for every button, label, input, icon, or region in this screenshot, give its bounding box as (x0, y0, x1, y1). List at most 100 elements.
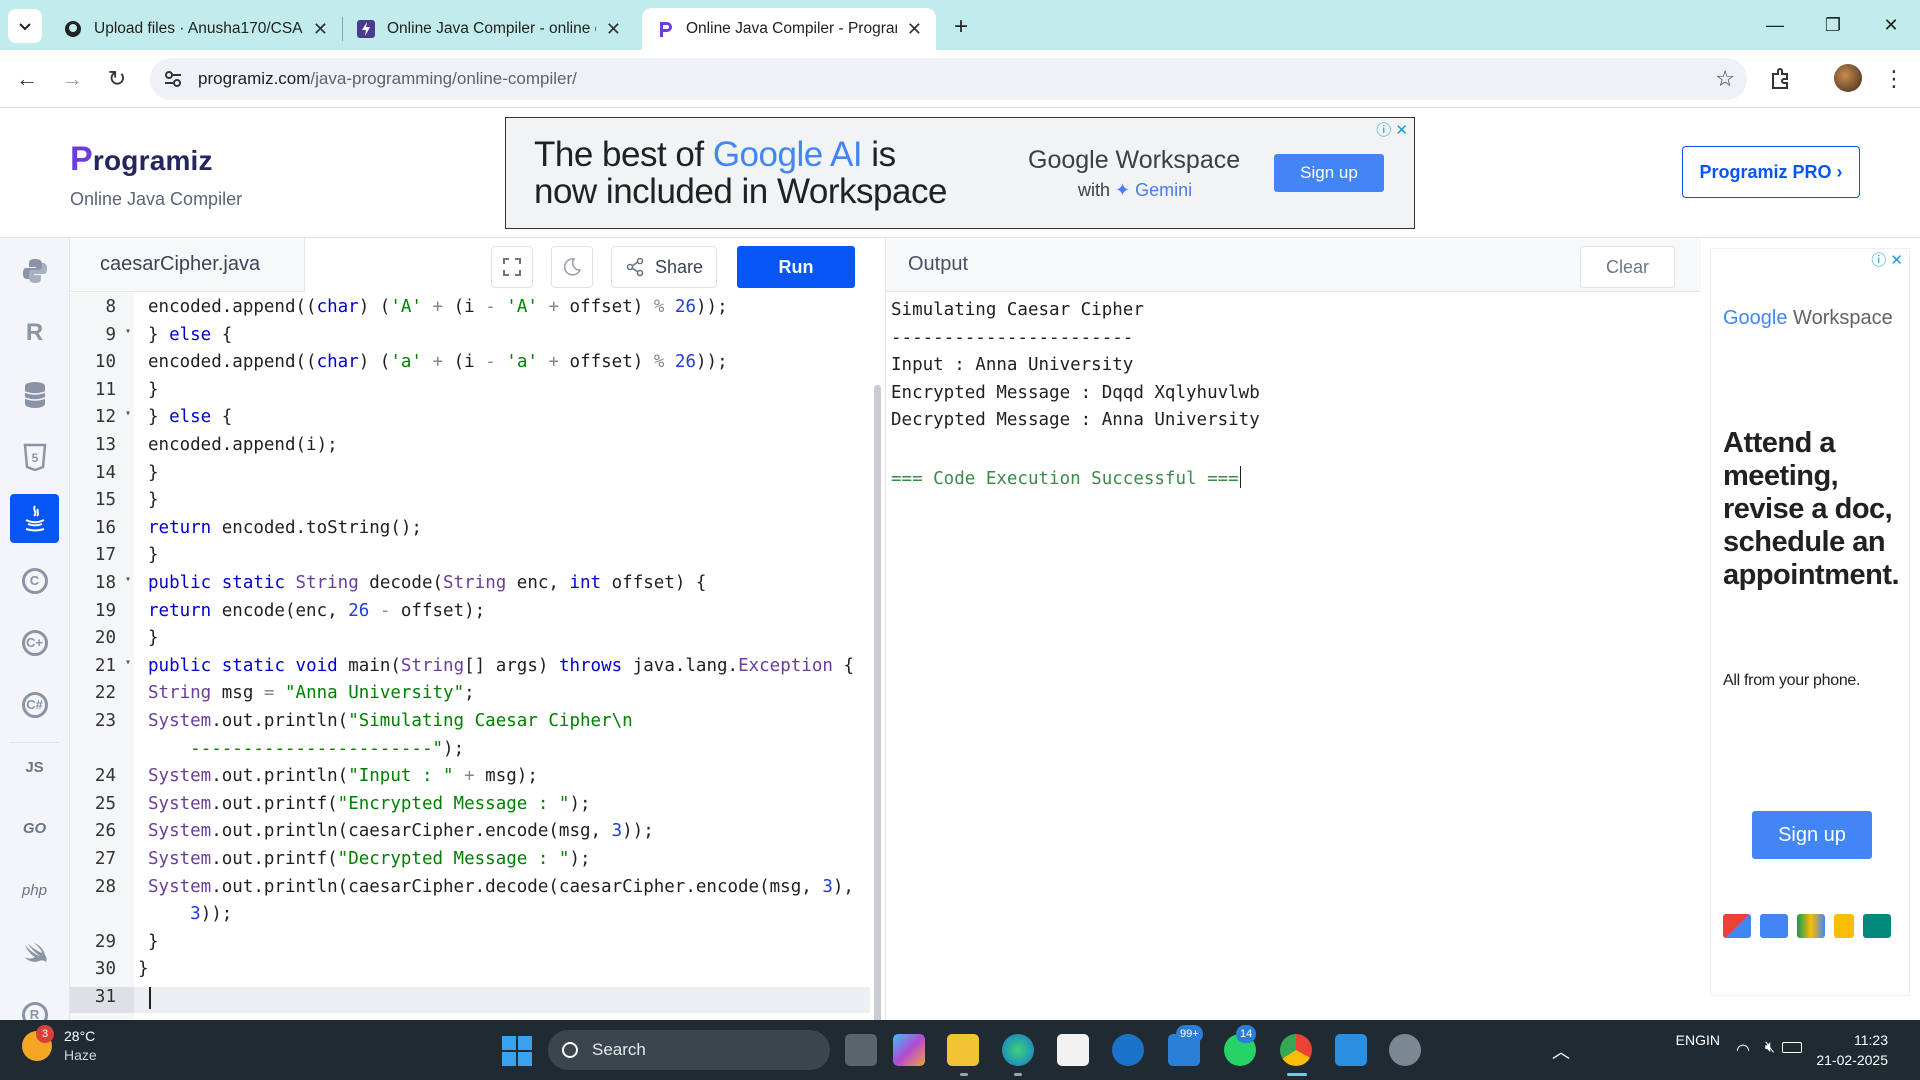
ad-signup-button[interactable]: Sign up (1274, 154, 1384, 192)
share-button[interactable]: Share (611, 246, 717, 288)
forward-icon[interactable]: → (54, 61, 90, 97)
swift-icon[interactable] (10, 928, 59, 977)
fold-arrow-icon[interactable]: ▾ (125, 408, 131, 419)
window-controls: — ❐ ✕ (1746, 0, 1920, 50)
volume-muted-icon[interactable]: 🔇︎ (1765, 1039, 1775, 1057)
back-icon[interactable]: ← (9, 61, 45, 97)
run-button[interactable]: Run (737, 246, 855, 288)
r-icon[interactable]: R (10, 308, 59, 357)
code-line: } (148, 490, 159, 511)
weather-condition: Haze (64, 1047, 97, 1063)
site-info-icon[interactable] (162, 68, 184, 90)
ad-brand: Google Workspace (1028, 146, 1241, 174)
line-number: 30 (94, 959, 116, 980)
weather-widget[interactable]: 3 28°C Haze (22, 1024, 97, 1063)
go-icon[interactable]: GO (10, 804, 59, 853)
editor-scrollbar[interactable] (872, 300, 882, 1025)
fullscreen-button[interactable] (491, 246, 533, 288)
battery-icon[interactable] (1782, 1042, 1802, 1053)
close-icon[interactable]: ✕ (606, 19, 621, 40)
c-icon[interactable]: C (10, 556, 59, 605)
python-icon[interactable] (10, 246, 59, 295)
ad-headline: Attend a meeting, revise a doc, schedule… (1723, 427, 1900, 591)
taskbar-search[interactable]: Search (548, 1030, 830, 1070)
chrome-icon[interactable] (1280, 1034, 1312, 1066)
settings-gear-icon[interactable] (1389, 1034, 1421, 1066)
code-line: System.out.println("Input : " + msg); (148, 766, 538, 787)
dell-icon[interactable] (1112, 1034, 1144, 1066)
fold-arrow-icon[interactable]: ▾ (125, 574, 131, 585)
site-header: Programiz Online Java Compiler The best … (0, 108, 1920, 238)
adchoices-icon[interactable]: ⓘ ✕ (1871, 249, 1903, 270)
fold-arrow-icon[interactable]: ▾ (125, 326, 131, 337)
clock[interactable]: 11:23 21-02-2025 (1816, 1030, 1888, 1070)
chevron-down-icon (19, 23, 31, 31)
copilot-icon[interactable] (893, 1034, 925, 1066)
fold-arrow-icon[interactable]: ▾ (125, 657, 131, 668)
extensions-icon[interactable] (1762, 61, 1798, 97)
java-icon[interactable] (10, 494, 59, 543)
output-pane: Output Clear Simulating Caesar Cipher ---… (885, 238, 1701, 1020)
sql-icon[interactable] (10, 370, 59, 419)
adchoices-icon[interactable]: ⓘ ✕ (1376, 119, 1408, 140)
share-icon (626, 257, 644, 277)
cpp-icon[interactable]: C+ (10, 618, 59, 667)
output-line: ----------------------- (891, 327, 1134, 348)
chevron-up-icon[interactable]: ︿ (1552, 1038, 1570, 1064)
line-number: 26 (94, 821, 116, 842)
input-language[interactable]: ENG IN (1676, 1030, 1720, 1050)
programiz-logo[interactable]: Programiz Online Java Compiler (70, 140, 242, 210)
line-number: 24 (94, 766, 116, 787)
windows-start-icon[interactable] (502, 1036, 532, 1066)
svg-text:5: 5 (31, 451, 38, 465)
minimize-icon[interactable]: — (1746, 0, 1804, 50)
clear-button[interactable]: Clear (1580, 246, 1675, 288)
line-number: 12 ▾ (94, 407, 131, 428)
photos-icon[interactable] (1335, 1034, 1367, 1066)
bolt-icon (357, 20, 375, 38)
close-window-icon[interactable]: ✕ (1862, 0, 1920, 50)
close-icon[interactable]: ✕ (907, 19, 922, 40)
banner-ad[interactable]: The best of Google AI is now included in… (505, 117, 1415, 229)
line-number: 28 (94, 876, 116, 897)
line-number: 17 (94, 545, 116, 566)
line-number: 21 ▾ (94, 655, 131, 676)
profile-avatar[interactable] (1834, 64, 1862, 92)
fullscreen-icon (503, 258, 521, 276)
browser-tab-online-editor[interactable]: Online Java Compiler - online editor ✕ (343, 8, 635, 50)
tab-search-button[interactable] (8, 9, 42, 43)
reload-icon[interactable]: ↻ (99, 61, 135, 97)
menu-kebab-icon[interactable]: ⋮ (1876, 61, 1912, 97)
line-number: 16 (94, 517, 116, 538)
new-tab-button[interactable]: + (946, 12, 976, 42)
line-number: 15 (94, 490, 116, 511)
address-bar[interactable]: programiz.com/java-programming/online-co… (150, 58, 1747, 100)
csharp-icon[interactable]: C# (10, 680, 59, 729)
programiz-pro-button[interactable]: Programiz PRO › (1682, 146, 1860, 198)
rust-icon[interactable]: R (10, 990, 59, 1020)
wifi-icon[interactable]: ◠ (1736, 1040, 1750, 1060)
dark-mode-button[interactable] (551, 246, 593, 288)
execution-status-line: === Code Execution Successful === (891, 465, 1242, 489)
editor-toolbar: Share Run (491, 246, 885, 288)
ad-headline: The best of Google AI is now included in… (534, 135, 947, 211)
bookmark-star-icon[interactable]: ☆ (1715, 66, 1735, 92)
browser-tab-github[interactable]: Upload files · Anusha170/CSA54 ✕ (50, 8, 342, 50)
scrollbar-thumb[interactable] (874, 385, 881, 1025)
line-number: 8 (105, 297, 116, 317)
maximize-icon[interactable]: ❐ (1804, 0, 1862, 50)
code-area[interactable]: 8 encoded.append((char) ('A' + (i - 'A' +… (70, 293, 870, 1020)
task-view-icon[interactable] (845, 1034, 877, 1066)
ad-signup-button[interactable]: Sign up (1752, 811, 1872, 859)
store-icon[interactable] (1057, 1034, 1089, 1066)
html5-icon[interactable]: 5 (10, 432, 59, 481)
file-explorer-icon[interactable] (947, 1034, 979, 1066)
edge-icon[interactable] (1002, 1034, 1034, 1066)
side-ad[interactable]: ⓘ ✕ Google Workspace Attend a meeting, r… (1710, 248, 1910, 996)
browser-tab-programiz[interactable]: Online Java Compiler - Programiz ✕ (642, 8, 936, 50)
close-icon[interactable]: ✕ (313, 19, 328, 40)
file-tab[interactable]: caesarCipher.java (70, 238, 305, 292)
javascript-icon[interactable]: JS (10, 742, 59, 791)
php-icon[interactable]: php (10, 866, 59, 915)
system-tray: ︿ ENG IN ◠ 🔇︎ 11:23 21-02-2025 (1520, 1020, 1920, 1080)
